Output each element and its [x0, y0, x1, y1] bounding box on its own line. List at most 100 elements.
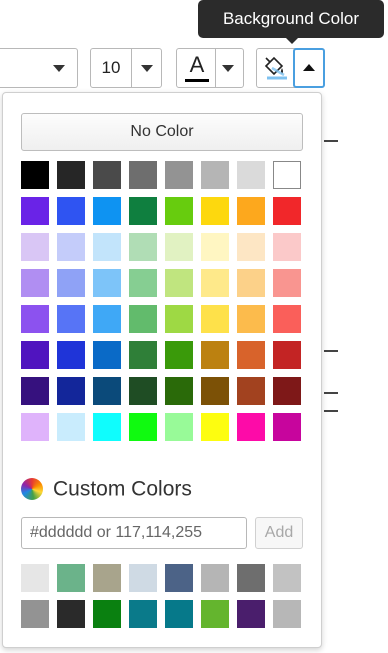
color-swatch[interactable] [237, 161, 265, 189]
color-swatch[interactable] [201, 341, 229, 369]
color-swatch[interactable] [57, 197, 85, 225]
add-custom-color-button[interactable]: Add [255, 517, 303, 549]
text-color-button[interactable]: A [176, 48, 244, 88]
color-swatch[interactable] [273, 305, 301, 333]
color-swatch[interactable] [237, 305, 265, 333]
color-swatch[interactable] [21, 305, 49, 333]
color-swatch[interactable] [129, 161, 157, 189]
color-swatch[interactable] [165, 341, 193, 369]
color-swatch[interactable] [237, 413, 265, 441]
color-swatch[interactable] [21, 161, 49, 189]
color-swatch[interactable] [129, 269, 157, 297]
color-swatch[interactable] [165, 305, 193, 333]
background-text-fragment [324, 410, 338, 412]
color-swatch[interactable] [201, 564, 229, 592]
chevron-down-icon[interactable] [141, 65, 153, 72]
color-swatch[interactable] [237, 197, 265, 225]
color-swatch[interactable] [273, 197, 301, 225]
color-swatch[interactable] [165, 233, 193, 261]
color-swatch[interactable] [165, 600, 193, 628]
background-text-fragment [324, 392, 338, 394]
color-swatch[interactable] [129, 377, 157, 405]
color-swatch[interactable] [237, 564, 265, 592]
color-swatch[interactable] [165, 564, 193, 592]
color-swatch[interactable] [201, 377, 229, 405]
color-swatch[interactable] [273, 161, 301, 189]
color-swatch[interactable] [273, 233, 301, 261]
color-swatch[interactable] [165, 161, 193, 189]
color-swatch[interactable] [129, 413, 157, 441]
color-swatch[interactable] [57, 341, 85, 369]
font-size-value: 10 [101, 58, 121, 77]
tooltip-arrow [285, 37, 299, 44]
color-swatch[interactable] [273, 377, 301, 405]
color-swatch[interactable] [237, 600, 265, 628]
color-swatch[interactable] [129, 233, 157, 261]
color-swatch[interactable] [93, 600, 121, 628]
color-swatch[interactable] [93, 377, 121, 405]
color-swatch[interactable] [21, 377, 49, 405]
background-color-button[interactable] [256, 48, 325, 88]
custom-color-input[interactable] [21, 517, 247, 549]
color-swatch[interactable] [165, 413, 193, 441]
color-swatch[interactable] [57, 600, 85, 628]
color-swatch[interactable] [237, 377, 265, 405]
color-swatch[interactable] [165, 197, 193, 225]
color-swatch[interactable] [237, 269, 265, 297]
color-swatch[interactable] [57, 269, 85, 297]
chevron-down-icon[interactable] [222, 65, 234, 72]
background-text-fragment [324, 140, 338, 142]
color-swatch[interactable] [57, 305, 85, 333]
color-swatch[interactable] [21, 233, 49, 261]
tooltip: Background Color [198, 0, 384, 38]
color-swatch[interactable] [165, 377, 193, 405]
font-size-select[interactable]: 10 [90, 48, 162, 88]
color-swatch[interactable] [201, 269, 229, 297]
color-swatch[interactable] [57, 413, 85, 441]
color-swatch[interactable] [129, 600, 157, 628]
color-swatch[interactable] [57, 377, 85, 405]
color-swatch[interactable] [93, 341, 121, 369]
color-swatch[interactable] [273, 413, 301, 441]
background-color-dropdown-toggle[interactable] [293, 48, 325, 88]
color-swatch[interactable] [129, 305, 157, 333]
color-swatch[interactable] [21, 413, 49, 441]
color-swatch[interactable] [129, 197, 157, 225]
color-swatch[interactable] [129, 564, 157, 592]
color-swatch[interactable] [93, 161, 121, 189]
color-swatch[interactable] [93, 413, 121, 441]
color-swatch[interactable] [93, 269, 121, 297]
divider [215, 49, 216, 87]
color-swatch[interactable] [237, 341, 265, 369]
color-swatch[interactable] [273, 600, 301, 628]
color-swatch[interactable] [21, 269, 49, 297]
color-swatch[interactable] [165, 269, 193, 297]
color-swatch[interactable] [201, 233, 229, 261]
color-swatch[interactable] [273, 341, 301, 369]
color-swatch[interactable] [201, 413, 229, 441]
color-swatch[interactable] [57, 161, 85, 189]
color-swatch[interactable] [21, 197, 49, 225]
divider [131, 49, 132, 87]
color-swatch[interactable] [21, 564, 49, 592]
color-swatch[interactable] [273, 269, 301, 297]
color-swatch[interactable] [201, 600, 229, 628]
color-swatch[interactable] [93, 305, 121, 333]
color-swatch[interactable] [93, 564, 121, 592]
custom-colors-label: Custom Colors [53, 477, 192, 501]
font-family-select[interactable] [0, 48, 78, 88]
no-color-button[interactable]: No Color [21, 113, 303, 151]
color-swatch[interactable] [201, 305, 229, 333]
color-swatch[interactable] [129, 341, 157, 369]
color-swatch[interactable] [57, 233, 85, 261]
color-swatch[interactable] [57, 564, 85, 592]
color-swatch[interactable] [237, 233, 265, 261]
color-swatch[interactable] [21, 341, 49, 369]
color-swatch[interactable] [273, 564, 301, 592]
color-swatch[interactable] [93, 197, 121, 225]
text-color-icon: A [189, 52, 205, 77]
color-swatch[interactable] [21, 600, 49, 628]
color-swatch[interactable] [93, 233, 121, 261]
color-swatch[interactable] [201, 197, 229, 225]
color-swatch[interactable] [201, 161, 229, 189]
